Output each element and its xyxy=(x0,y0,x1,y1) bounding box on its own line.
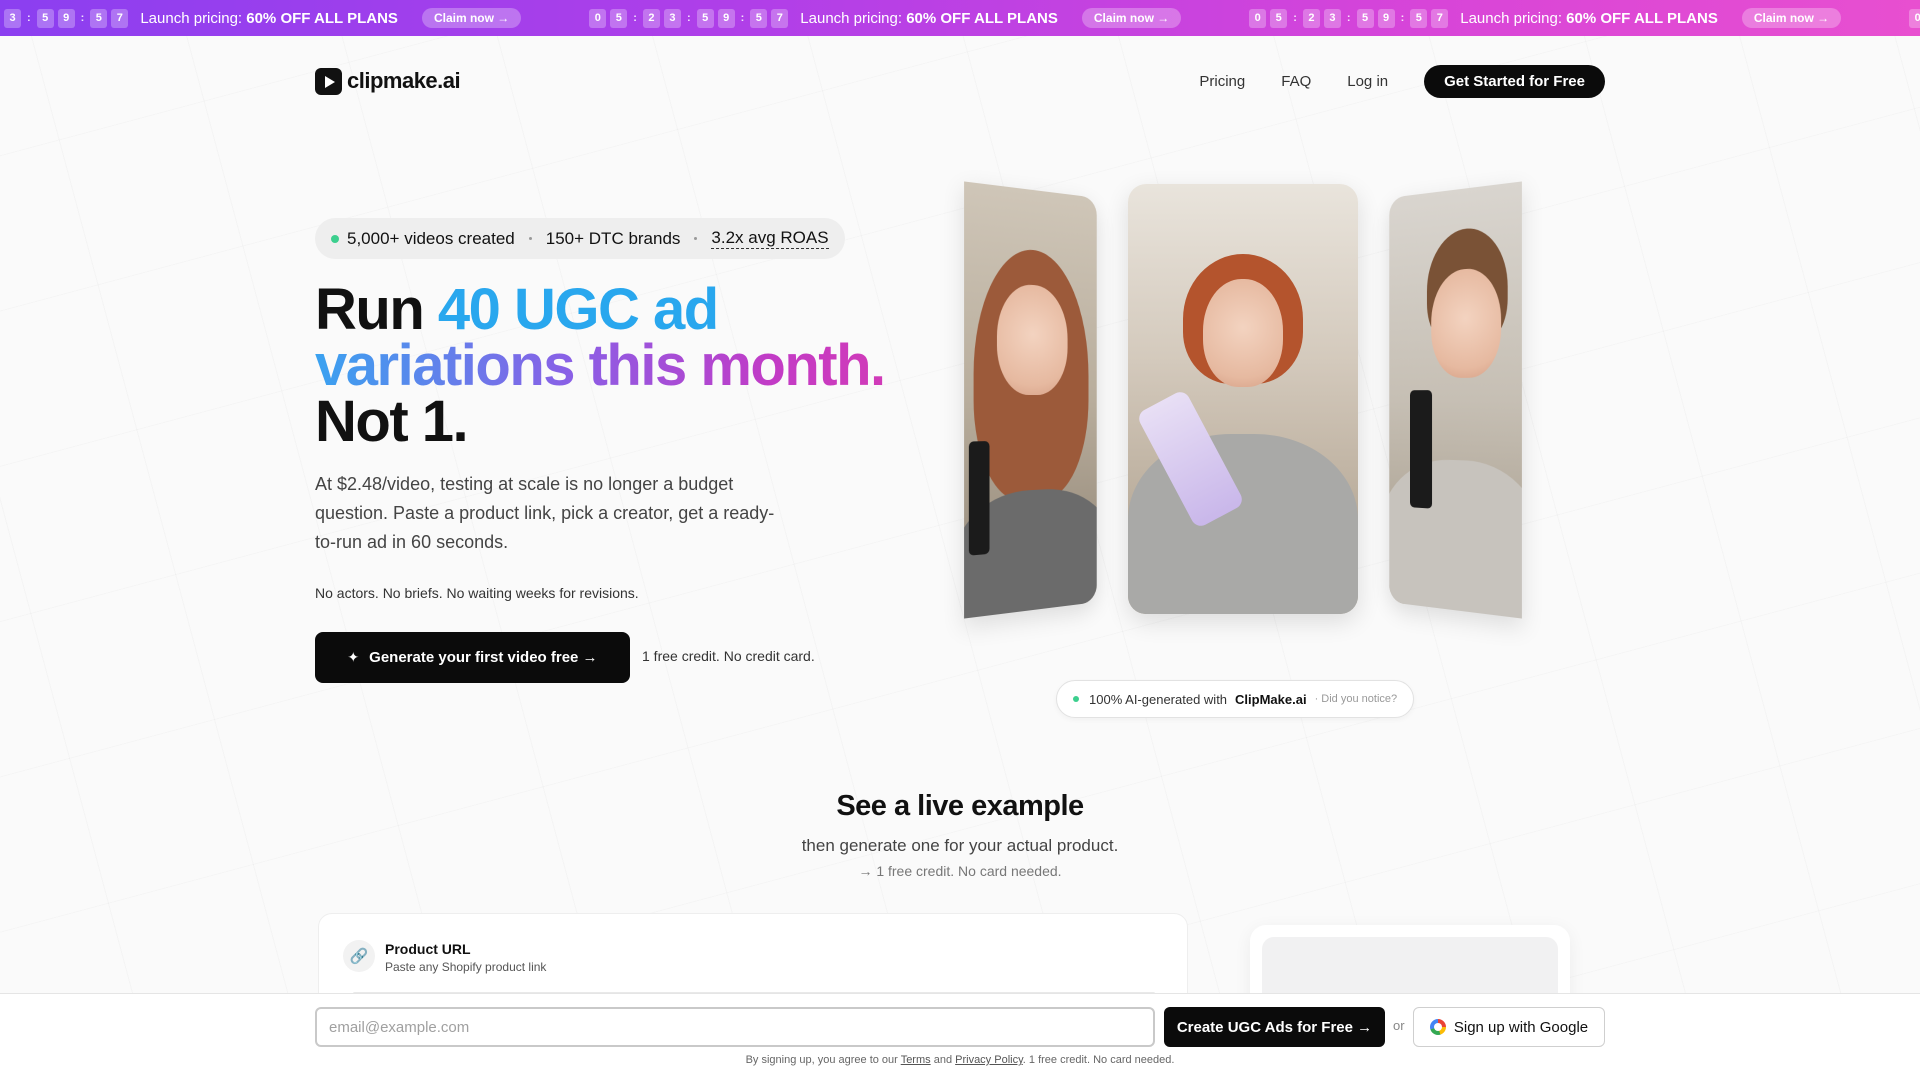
timer-digit: 9 xyxy=(1377,8,1395,28)
logo-text: clipmake.ai xyxy=(347,68,461,93)
play-logo-icon xyxy=(315,67,342,95)
timer-colon: : xyxy=(1346,12,1351,24)
hero-subcopy: At $2.48/video, testing at scale is no l… xyxy=(315,474,775,552)
timer-digit: 5 xyxy=(1270,8,1288,28)
timer-digit: 5 xyxy=(36,8,54,28)
nav-link-login[interactable]: Log in xyxy=(1347,73,1388,90)
timer-colon: : xyxy=(27,12,31,24)
promo-text: Launch pricing: 60% OFF ALL PLANS xyxy=(140,9,398,27)
ai-pill-notice: · Did you notice? xyxy=(1314,693,1398,705)
generate-video-button[interactable]: ✦ Generate your first video free → xyxy=(315,632,630,683)
legal-text: By signing up, you agree to our Terms an… xyxy=(745,1054,1175,1066)
top-nav: clipmake.ai Pricing FAQ Log in Get Start… xyxy=(315,64,1605,98)
timer-digit: 0 xyxy=(1249,8,1267,28)
timer-colon: : xyxy=(1400,12,1405,24)
google-signup-label: Sign up with Google xyxy=(1453,1018,1589,1036)
promo-segment: 0 5 : 2 3 : 5 9 : 5 7 Launch pricing: 60… xyxy=(589,8,1182,28)
timer-colon: : xyxy=(686,12,691,24)
timer-digit: 5 xyxy=(1410,8,1428,28)
countdown-timer: 3 : 5 9 : 5 7 xyxy=(4,8,129,28)
sticky-signup-bar: Create UGC Ads for Free → or Sign up wit… xyxy=(0,993,1920,1080)
stat-videos: 5,000+ videos created xyxy=(347,228,515,248)
timer-digit: 2 xyxy=(642,8,660,28)
promo-segment: 0 5 : 2 xyxy=(1909,8,1920,28)
countdown-timer: 0 5 : 2 3 : 5 9 : 5 7 xyxy=(1249,8,1449,28)
headline-end: Not 1. xyxy=(315,389,469,454)
terms-link[interactable]: Terms xyxy=(901,1054,931,1066)
promo-bar: 3 : 5 9 : 5 7 Launch pricing: 60% OFF AL… xyxy=(0,0,1920,36)
promo-text: Launch pricing: 60% OFF ALL PLANS xyxy=(800,9,1058,27)
timer-digit: 7 xyxy=(771,8,789,28)
get-started-button[interactable]: Get Started for Free xyxy=(1424,64,1605,98)
ai-pill-prefix: 100% AI-generated with xyxy=(1089,691,1228,707)
timer-digit: 5 xyxy=(90,8,108,28)
or-separator: or xyxy=(1393,1018,1405,1033)
stat-roas[interactable]: 3.2x avg ROAS xyxy=(711,228,829,249)
timer-digit: 0 xyxy=(589,8,607,28)
live-dot-icon xyxy=(331,234,339,243)
timer-digit: 9 xyxy=(57,8,75,28)
product-url-label: Product URL xyxy=(385,941,471,957)
promo-text: Launch pricing: 60% OFF ALL PLANS xyxy=(1460,9,1718,27)
timer-colon: : xyxy=(633,12,637,24)
timer-digit: 3 xyxy=(4,8,21,28)
generate-video-label: Generate your first video free → xyxy=(369,649,598,666)
claim-now-button[interactable]: Claim now → xyxy=(1081,8,1182,28)
separator-dot-icon xyxy=(528,237,532,240)
privacy-link[interactable]: Privacy Policy xyxy=(955,1054,1023,1066)
promo-segment: 3 : 5 9 : 5 7 Launch pricing: 60% OFF AL… xyxy=(4,8,522,28)
creator-face xyxy=(1431,266,1502,379)
claim-now-button[interactable]: Claim now → xyxy=(1741,8,1842,28)
timer-digit: 9 xyxy=(717,8,735,28)
creator-face xyxy=(1203,279,1283,387)
timer-colon: : xyxy=(80,12,85,24)
stats-badge: 5,000+ videos created 150+ DTC brands 3.… xyxy=(315,218,845,259)
google-icon xyxy=(1429,1019,1446,1035)
countdown-timer: 0 5 : 2 3 : 5 9 : 5 7 xyxy=(589,8,789,28)
timer-digit: 2 xyxy=(1302,8,1320,28)
timer-digit: 5 xyxy=(696,8,714,28)
nav-links: Pricing FAQ Log in Get Started for Free xyxy=(1199,64,1605,98)
email-input[interactable] xyxy=(315,1007,1155,1047)
timer-digit: 5 xyxy=(1356,8,1374,28)
hero-small-note: No actors. No briefs. No waiting weeks f… xyxy=(315,585,639,601)
timer-digit: 7 xyxy=(1431,8,1449,28)
product-bottle xyxy=(1409,390,1433,509)
separator-dot-icon xyxy=(694,237,698,240)
timer-digit: 7 xyxy=(111,8,129,28)
nav-link-pricing[interactable]: Pricing xyxy=(1199,73,1245,90)
timer-digit: 3 xyxy=(663,8,681,28)
live-example-note: → 1 free credit. No card needed. xyxy=(858,863,1062,879)
video-card-left[interactable] xyxy=(964,181,1097,619)
timer-colon: : xyxy=(1293,12,1297,24)
timer-digit: 5 xyxy=(610,8,628,28)
countdown-timer: 0 5 : 2 xyxy=(1909,8,1920,28)
google-signup-button[interactable]: Sign up with Google xyxy=(1413,1007,1605,1047)
create-ugc-ads-button[interactable]: Create UGC Ads for Free → xyxy=(1164,1007,1385,1047)
creator-face xyxy=(996,282,1068,396)
cta-note: 1 free credit. No credit card. xyxy=(642,648,815,664)
video-card-center[interactable] xyxy=(1128,184,1358,614)
timer-digit: 0 xyxy=(1909,8,1920,28)
video-card-right[interactable] xyxy=(1389,181,1522,619)
ai-generated-pill: 100% AI-generated with ClipMake.ai · Did… xyxy=(1056,680,1415,718)
claim-now-button[interactable]: Claim now → xyxy=(421,8,522,28)
hero-headline: Run 40 UGC ad variations this month. Not… xyxy=(315,281,915,451)
ai-pill-brand: ClipMake.ai xyxy=(1235,691,1307,707)
sparkle-icon: ✦ xyxy=(347,649,360,665)
stat-brands: 150+ DTC brands xyxy=(545,228,681,248)
live-dot-icon xyxy=(1073,696,1079,702)
live-example-subtitle: then generate one for your actual produc… xyxy=(801,836,1119,855)
product-url-hint: Paste any Shopify product link xyxy=(385,960,547,974)
timer-colon: : xyxy=(740,12,745,24)
timer-digit: 5 xyxy=(750,8,768,28)
promo-segment: 0 5 : 2 3 : 5 9 : 5 7 Launch pricing: 60… xyxy=(1249,8,1842,28)
nav-link-faq[interactable]: FAQ xyxy=(1281,73,1311,90)
logo[interactable]: clipmake.ai xyxy=(315,67,461,95)
link-icon: 🔗 xyxy=(343,940,375,972)
timer-digit: 3 xyxy=(1323,8,1341,28)
live-example-title: See a live example xyxy=(836,790,1084,822)
product-bottle xyxy=(968,441,990,556)
